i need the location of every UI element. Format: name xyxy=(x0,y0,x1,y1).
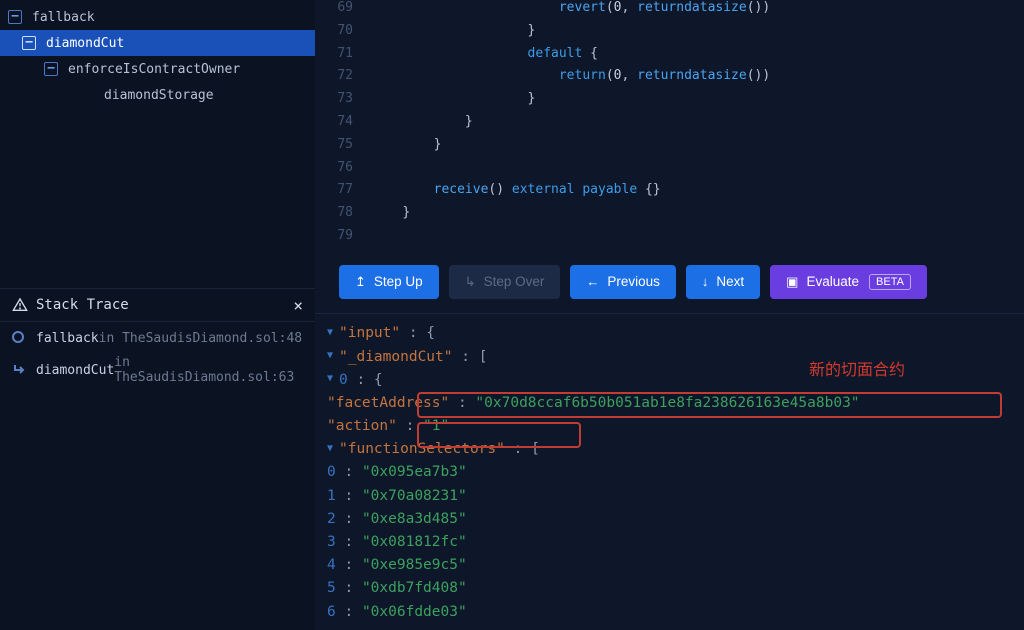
expand-icon[interactable]: ▼ xyxy=(327,327,339,338)
tree-item-label: diamondCut xyxy=(46,36,124,51)
line-number: 78 xyxy=(315,205,371,228)
step-over-label: Step Over xyxy=(484,274,545,289)
code-content: receive() external payable {} xyxy=(371,182,661,205)
line-number: 77 xyxy=(315,182,371,205)
code-line[interactable]: 77 receive() external payable {} xyxy=(315,182,1024,205)
json-line[interactable]: ▼ 0 : { xyxy=(327,368,1024,391)
code-content: } xyxy=(371,137,441,160)
code-line[interactable]: 73 } xyxy=(315,91,1024,114)
tree-item-label: fallback xyxy=(32,10,95,25)
evaluate-icon: ▣ xyxy=(786,274,798,290)
next-label: Next xyxy=(716,274,744,289)
line-number: 70 xyxy=(315,23,371,46)
stack-frame-fallback[interactable]: fallback in TheSaudisDiamond.sol:48 xyxy=(0,322,315,354)
code-content: } xyxy=(371,23,535,46)
json-line[interactable]: ▼ "input" : { xyxy=(327,322,1024,345)
highlight-action xyxy=(417,422,581,448)
step-over-icon: ↳ xyxy=(465,274,476,290)
close-icon[interactable]: × xyxy=(293,296,303,315)
tree-item-label: diamondStorage xyxy=(104,88,214,103)
code-content: } xyxy=(371,205,410,228)
circle-icon xyxy=(12,331,26,345)
collapse-icon[interactable]: − xyxy=(44,62,58,76)
json-line[interactable]: 3 : "0x081812fc" xyxy=(327,530,1024,553)
evaluate-label: Evaluate xyxy=(806,274,859,289)
stack-fn: fallback xyxy=(36,331,99,346)
step-up-icon: ↥ xyxy=(355,274,366,290)
stack-trace-title: Stack Trace xyxy=(36,297,129,313)
json-line[interactable]: 2 : "0xe8a3d485" xyxy=(327,507,1024,530)
debugger-toolbar: ↥ Step Up ↳ Step Over ← Previous ↓ Next … xyxy=(315,251,1024,313)
json-viewer[interactable]: 新的切面合约 ▼ "input" : { ▼ "_diamondCut" : [… xyxy=(315,313,1024,630)
previous-icon: ← xyxy=(586,274,599,289)
tree-item-label: enforceIsContractOwner xyxy=(68,62,240,77)
next-icon: ↓ xyxy=(702,274,709,289)
expand-icon[interactable]: ▼ xyxy=(327,373,339,384)
code-content: } xyxy=(371,114,473,137)
call-tree: −fallback−diamondCut−enforceIsContractOw… xyxy=(0,0,315,108)
line-number: 71 xyxy=(315,46,371,69)
line-number: 76 xyxy=(315,160,371,183)
evaluate-button[interactable]: ▣ Evaluate BETA xyxy=(770,265,927,299)
code-line[interactable]: 76 xyxy=(315,160,1024,183)
code-content: revert(0, returndatasize()) xyxy=(371,0,770,23)
code-line[interactable]: 79 xyxy=(315,228,1024,251)
step-up-label: Step Up xyxy=(374,274,423,289)
next-button[interactable]: ↓ Next xyxy=(686,265,760,299)
step-up-button[interactable]: ↥ Step Up xyxy=(339,265,439,299)
line-number: 75 xyxy=(315,137,371,160)
beta-badge: BETA xyxy=(869,274,911,290)
json-line[interactable]: 0 : "0x095ea7b3" xyxy=(327,461,1024,484)
line-number: 69 xyxy=(315,0,371,23)
code-line[interactable]: 70 } xyxy=(315,23,1024,46)
stack-location: in TheSaudisDiamond.sol:48 xyxy=(99,331,303,346)
step-over-button[interactable]: ↳ Step Over xyxy=(449,265,561,299)
code-content: return(0, returndatasize()) xyxy=(371,68,770,91)
annotation-label: 新的切面合约 xyxy=(809,356,905,380)
json-line[interactable]: 5 : "0xdb7fd408" xyxy=(327,577,1024,600)
code-editor[interactable]: 69 revert(0, returndatasize())70 }71 def… xyxy=(315,0,1024,251)
stack-trace-header: Stack Trace × xyxy=(0,288,315,322)
code-content: default { xyxy=(371,46,598,69)
code-content: } xyxy=(371,91,535,114)
warning-icon xyxy=(12,297,28,313)
json-line[interactable]: 1 : "0x70a08231" xyxy=(327,484,1024,507)
stack-trace-list: fallback in TheSaudisDiamond.sol:48diamo… xyxy=(0,322,315,386)
line-number: 79 xyxy=(315,228,371,251)
stack-frame-diamondCut[interactable]: diamondCut in TheSaudisDiamond.sol:63 xyxy=(0,354,315,386)
tree-item-diamondCut[interactable]: −diamondCut xyxy=(0,30,315,56)
previous-label: Previous xyxy=(607,274,660,289)
collapse-icon[interactable]: − xyxy=(8,10,22,24)
line-number: 74 xyxy=(315,114,371,137)
line-number: 72 xyxy=(315,68,371,91)
code-line[interactable]: 69 revert(0, returndatasize()) xyxy=(315,0,1024,23)
json-line[interactable]: 4 : "0xe985e9c5" xyxy=(327,554,1024,577)
json-line[interactable]: 6 : "0x06fdde03" xyxy=(327,600,1024,623)
expand-icon[interactable]: ▼ xyxy=(327,350,339,361)
highlight-facet xyxy=(417,392,1002,418)
expand-icon[interactable]: ▼ xyxy=(327,443,339,454)
code-line[interactable]: 72 return(0, returndatasize()) xyxy=(315,68,1024,91)
stack-location: in TheSaudisDiamond.sol:63 xyxy=(114,355,303,385)
code-line[interactable]: 75 } xyxy=(315,137,1024,160)
code-line[interactable]: 78 } xyxy=(315,205,1024,228)
previous-button[interactable]: ← Previous xyxy=(570,265,676,299)
tree-item-enforceIsContractOwner[interactable]: −enforceIsContractOwner xyxy=(0,56,315,82)
line-number: 73 xyxy=(315,91,371,114)
tree-item-fallback[interactable]: −fallback xyxy=(0,4,315,30)
collapse-icon[interactable]: − xyxy=(22,36,36,50)
enter-icon xyxy=(12,363,26,377)
tree-item-diamondStorage[interactable]: diamondStorage xyxy=(0,82,315,108)
code-line[interactable]: 71 default { xyxy=(315,46,1024,69)
json-line[interactable]: ▼ "_diamondCut" : [ xyxy=(327,345,1024,368)
stack-fn: diamondCut xyxy=(36,363,114,378)
code-line[interactable]: 74 } xyxy=(315,114,1024,137)
